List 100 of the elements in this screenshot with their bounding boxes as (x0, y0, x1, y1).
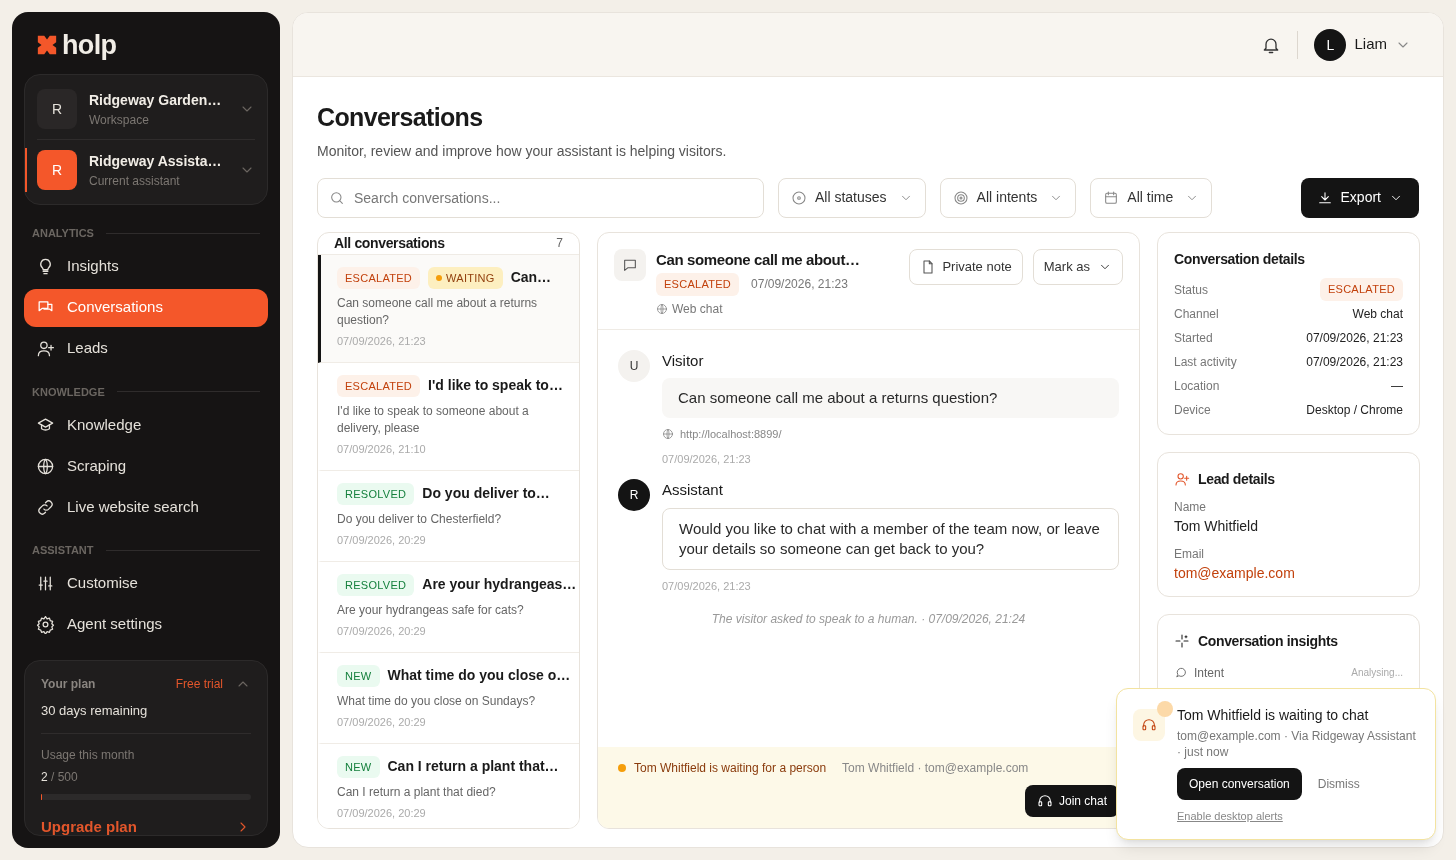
conversation-preview: Do you deliver to Chesterfield? (337, 511, 503, 528)
detail-label: Status (1174, 281, 1209, 299)
globe-icon (662, 428, 674, 441)
conversation-preview: I'd like to speak to someone about a delivery, please (337, 403, 530, 437)
insight-status: Analysing... (1351, 666, 1403, 680)
banner-contact: Tom Whitfield · tom@example.com (842, 759, 1029, 777)
detail-value: 07/09/2026, 21:23 (1306, 329, 1403, 347)
conversation-time: 07/09/2026, 21:10 (337, 442, 427, 457)
avatar: R (618, 479, 650, 511)
conversation-title: Can… (510, 268, 552, 288)
status-badge: NEW (337, 664, 380, 687)
download-icon (1316, 189, 1333, 206)
sender-name: Visitor (662, 350, 705, 371)
plan-title: Your plan (41, 676, 97, 693)
switcher-name: Ridgeway Garden… (89, 90, 223, 110)
status-badge: RESOLVED (337, 482, 415, 505)
avatar: U (618, 349, 650, 382)
field-label: Name (1174, 498, 1207, 516)
brand-name: holp (62, 31, 117, 59)
globe-icon (656, 302, 668, 315)
filter-dropdown[interactable]: All statuses (778, 177, 926, 218)
conversation-preview: Are your hydrangeas safe for cats? (337, 602, 525, 619)
conversation-title: What time do you close o… (387, 666, 571, 686)
logo-icon (36, 34, 58, 56)
nav-item[interactable]: Leads (24, 329, 268, 368)
gear-icon (36, 615, 55, 634)
days-remaining: 30 days remaining (41, 701, 251, 734)
dismiss-button[interactable]: Dismiss (1317, 775, 1360, 793)
conversation-preview: Can I return a plant that died? (337, 784, 497, 801)
sparkle-icon (1174, 633, 1190, 649)
switcher-item[interactable]: R Ridgeway Garden… Workspace (37, 79, 255, 139)
export-button[interactable]: Export (1300, 177, 1419, 218)
page-subtitle: Monitor, review and improve how your assistant is helping visitors. (317, 141, 728, 161)
conversation-title: Are your hydrangeas… (422, 575, 577, 595)
page-title: Conversations (317, 102, 484, 133)
detail-value: Desktop / Chrome (1306, 401, 1403, 419)
search-icon (329, 189, 345, 206)
conversation-time: 07/09/2026, 21:23 (337, 334, 427, 349)
field-label: Email (1174, 545, 1205, 563)
nav-item[interactable]: Live website search (24, 488, 268, 526)
nav-item[interactable]: Scraping (24, 447, 268, 485)
detail-value: 07/09/2026, 21:23 (1306, 353, 1403, 371)
card-title: Lead details (1198, 469, 1275, 489)
avatar: R (37, 150, 77, 190)
filter-dropdown[interactable]: All intents (939, 177, 1077, 218)
user-avatar[interactable]: L (1314, 28, 1347, 61)
mark-as-button[interactable]: Mark as (1032, 248, 1123, 285)
status-badge: RESOLVED (337, 573, 415, 596)
conversation-preview: What time do you close on Sundays? (337, 693, 537, 710)
open-conversation-button[interactable]: Open conversation (1177, 768, 1302, 800)
enable-alerts-link[interactable]: Enable desktop alerts (1177, 808, 1419, 825)
usage-label: Usage this month (41, 746, 136, 764)
headset-icon (1141, 717, 1157, 733)
speech-bubble-icon (1174, 665, 1188, 680)
email-link[interactable]: tom@example.com (1174, 562, 1403, 584)
headset-icon (1036, 792, 1053, 809)
status-badge: ESCALATED (337, 266, 421, 289)
filter-dropdown[interactable]: All time (1090, 177, 1213, 218)
conversation-item[interactable]: ESCALATED WAITING Can… Can someone call me about a returns question? 07/09/2026, 21:23 (318, 254, 579, 363)
status-badge: NEW (337, 755, 380, 778)
detail-label: Started (1174, 329, 1213, 347)
conversation-title: Can I return a plant that… (387, 757, 559, 777)
private-note-button[interactable]: Private note (909, 248, 1023, 285)
detail-value: Web chat (1352, 305, 1403, 323)
nav-item[interactable]: Agent settings (24, 605, 268, 644)
nav-item[interactable]: Insights (24, 247, 268, 286)
switcher-subtitle: Current assistant (89, 172, 181, 190)
list-title: All conversations (334, 233, 446, 253)
globe-icon (36, 456, 55, 476)
nav-item[interactable]: Customise (24, 564, 268, 603)
banner-text: Tom Whitfield is waiting for a person (634, 759, 827, 777)
switcher-subtitle: Workspace (89, 111, 150, 129)
conversation-preview: Can someone call me about a returns question? (337, 295, 539, 329)
conversation-time: 07/09/2026, 20:29 (337, 624, 427, 639)
calendar-icon (1103, 189, 1120, 206)
page-url: http://localhost:8899/ (680, 427, 782, 442)
user-name[interactable]: Liam (1354, 33, 1387, 56)
section-heading: KNOWLEDGE (32, 384, 105, 400)
nav-item[interactable]: Knowledge (24, 406, 268, 444)
message-bubble: Can someone call me about a returns question? (662, 378, 1119, 418)
conversation-time: 07/09/2026, 20:29 (337, 806, 427, 821)
status-badge: WAITING (428, 266, 503, 289)
search-field[interactable]: Search conversations... (317, 177, 764, 218)
link-icon (36, 497, 55, 517)
toast-title: Tom Whitfield is waiting to chat (1177, 706, 1370, 725)
join-chat-button[interactable]: Join chat (1024, 784, 1119, 817)
upgrade-link[interactable]: Upgrade plan (41, 815, 251, 838)
switcher-item[interactable]: R Ridgeway Assista… Current assistant (37, 139, 255, 200)
target-icon (952, 189, 969, 206)
detail-label: Location (1174, 377, 1220, 395)
conversation-heading: Can someone call me about… (656, 249, 860, 270)
plan-status-label: Free trial (175, 676, 223, 693)
usage-count: 2 (41, 769, 48, 784)
system-note: The visitor asked to speak to a human. · 07/09/2026, 21:24 (710, 611, 1027, 628)
message-time: 07/09/2026, 21:23 (662, 451, 752, 467)
section-heading: ASSISTANT (32, 543, 94, 558)
switcher-name: Ridgeway Assista… (89, 151, 223, 171)
message-time: 07/09/2026, 21:23 (662, 578, 752, 594)
usage-total: / 500 (51, 769, 78, 784)
user-plus-icon (36, 339, 55, 358)
